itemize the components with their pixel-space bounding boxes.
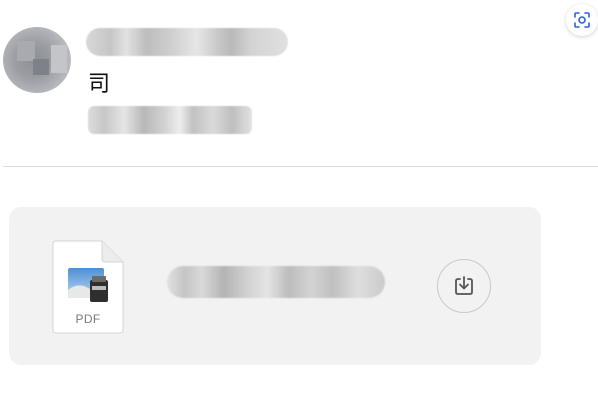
divider xyxy=(3,166,598,167)
scan-icon xyxy=(574,12,590,28)
file-type-label: PDF xyxy=(75,312,101,326)
file-name-redacted xyxy=(167,266,385,298)
pdf-file-icon: PDF xyxy=(52,240,124,334)
attachment-card[interactable]: PDF xyxy=(9,207,541,365)
message-subline-redacted xyxy=(88,106,252,134)
download-button[interactable] xyxy=(437,259,491,313)
download-icon xyxy=(455,276,473,295)
scan-button[interactable] xyxy=(566,4,598,36)
sender-name-redacted xyxy=(86,28,288,56)
avatar-pixel xyxy=(33,59,49,75)
sender-avatar[interactable] xyxy=(3,27,71,93)
message-body: 司 xyxy=(88,71,111,96)
avatar-pixel xyxy=(17,41,35,61)
avatar-pixel xyxy=(51,45,67,73)
